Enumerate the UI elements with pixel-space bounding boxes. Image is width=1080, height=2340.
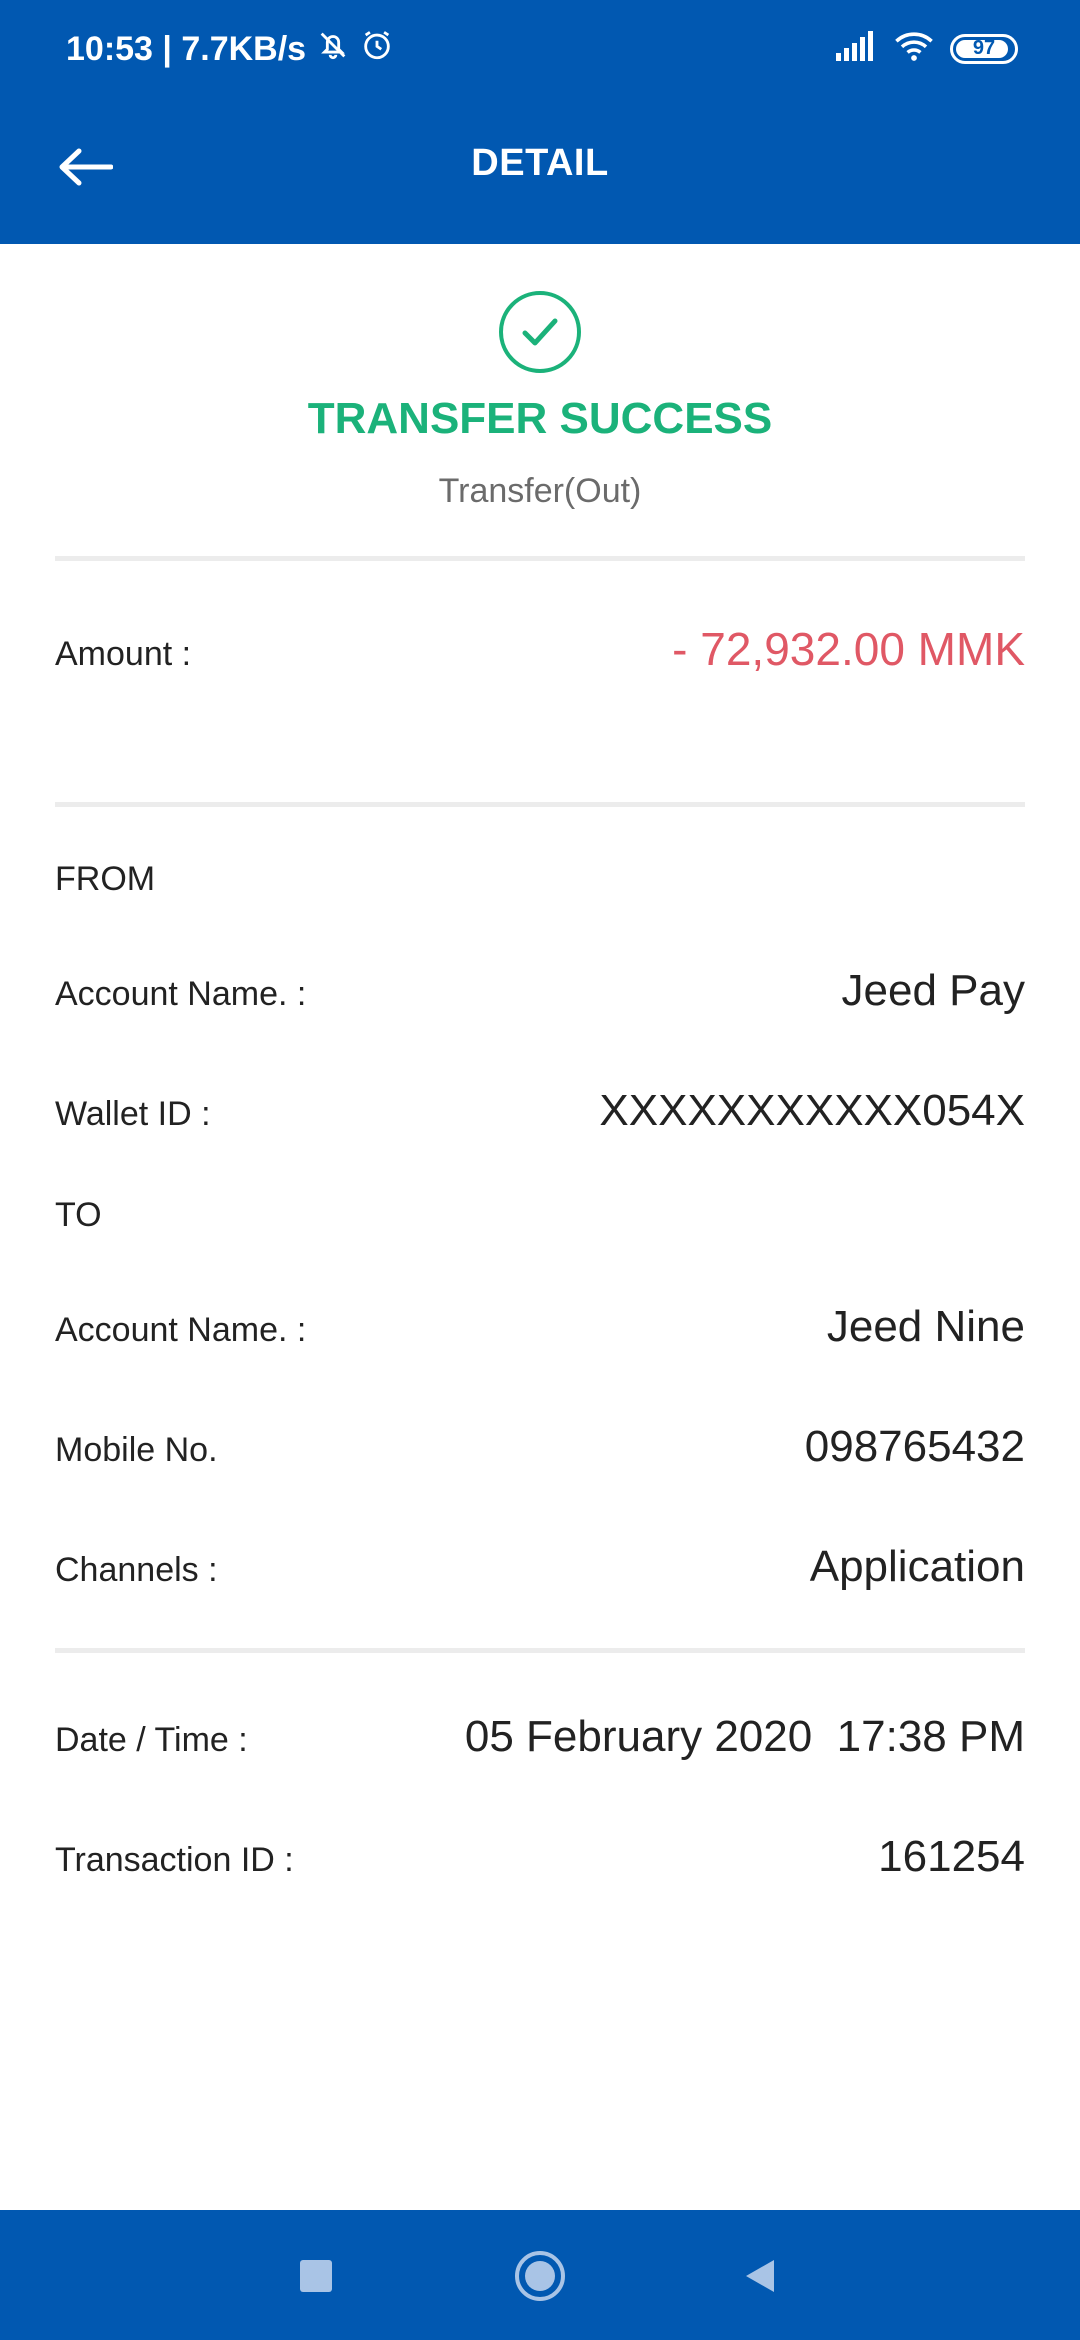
datetime-value: 05 February 2020 17:38 PM	[464, 1712, 1025, 1761]
mobile-row: Mobile No. 098765432	[55, 1422, 1025, 1472]
datetime-row: Date / Time : 05 February 2020 17:38 PM	[55, 1712, 1025, 1762]
from-heading: FROM	[55, 860, 156, 898]
transaction-id-label: Transaction ID :	[55, 1841, 294, 1879]
transaction-id-row: Transaction ID : 161254	[55, 1832, 1025, 1882]
to-heading: TO	[55, 1196, 102, 1234]
divider	[55, 1648, 1025, 1653]
mute-icon	[316, 28, 350, 71]
amount-label: Amount :	[55, 635, 192, 673]
to-account-name-row: Account Name. : Jeed Nine	[55, 1302, 1025, 1352]
status-bar: 10:53 | 7.7KB/s 97	[0, 0, 1080, 100]
from-account-name-label: Account Name. :	[55, 975, 307, 1013]
to-account-name-label: Account Name. :	[55, 1311, 307, 1349]
from-account-name-value: Jeed Pay	[841, 966, 1025, 1015]
check-circle-icon	[499, 291, 581, 373]
datetime-label: Date / Time :	[55, 1721, 248, 1759]
square-icon	[300, 2260, 332, 2292]
battery-level: 97	[972, 37, 996, 59]
mobile-label: Mobile No.	[55, 1431, 218, 1469]
triangle-back-icon	[746, 2260, 774, 2292]
status-time-speed: 10:53 | 7.7KB/s	[66, 30, 307, 68]
status-left: 10:53 | 7.7KB/s	[66, 28, 394, 71]
alarm-icon	[360, 28, 394, 71]
system-nav-bar	[0, 2210, 1080, 2340]
transaction-id-value: 161254	[878, 1832, 1025, 1881]
circle-icon	[515, 2251, 565, 2301]
divider	[55, 556, 1025, 561]
page-title: DETAIL	[471, 142, 609, 184]
amount-row: Amount : - 72,932.00 MMK	[55, 622, 1025, 676]
to-account-name-value: Jeed Nine	[826, 1302, 1025, 1351]
from-account-name-row: Account Name. : Jeed Pay	[55, 966, 1025, 1016]
channels-row: Channels : Application	[55, 1542, 1025, 1592]
channels-value: Application	[809, 1542, 1025, 1591]
wallet-id-row: Wallet ID : XXXXXXXXXXX054X	[55, 1086, 1025, 1136]
wallet-id-value: XXXXXXXXXXX054X	[599, 1086, 1025, 1135]
status-right: 97	[836, 30, 1018, 67]
app-bar: DETAIL	[0, 100, 1080, 244]
nav-back-button[interactable]	[728, 2244, 792, 2308]
wallet-id-label: Wallet ID :	[55, 1095, 211, 1133]
wifi-icon	[894, 30, 934, 67]
mobile-value: 098765432	[804, 1422, 1025, 1471]
status-title: TRANSFER SUCCESS	[307, 394, 773, 443]
transfer-type: Transfer(Out)	[438, 472, 642, 510]
recents-button[interactable]	[284, 2244, 348, 2308]
signal-icon	[836, 31, 878, 66]
channels-label: Channels :	[55, 1551, 218, 1589]
battery-icon: 97	[950, 33, 1018, 64]
home-button[interactable]	[508, 2244, 572, 2308]
divider	[55, 802, 1025, 807]
amount-value: - 72,932.00 MMK	[672, 623, 1025, 675]
